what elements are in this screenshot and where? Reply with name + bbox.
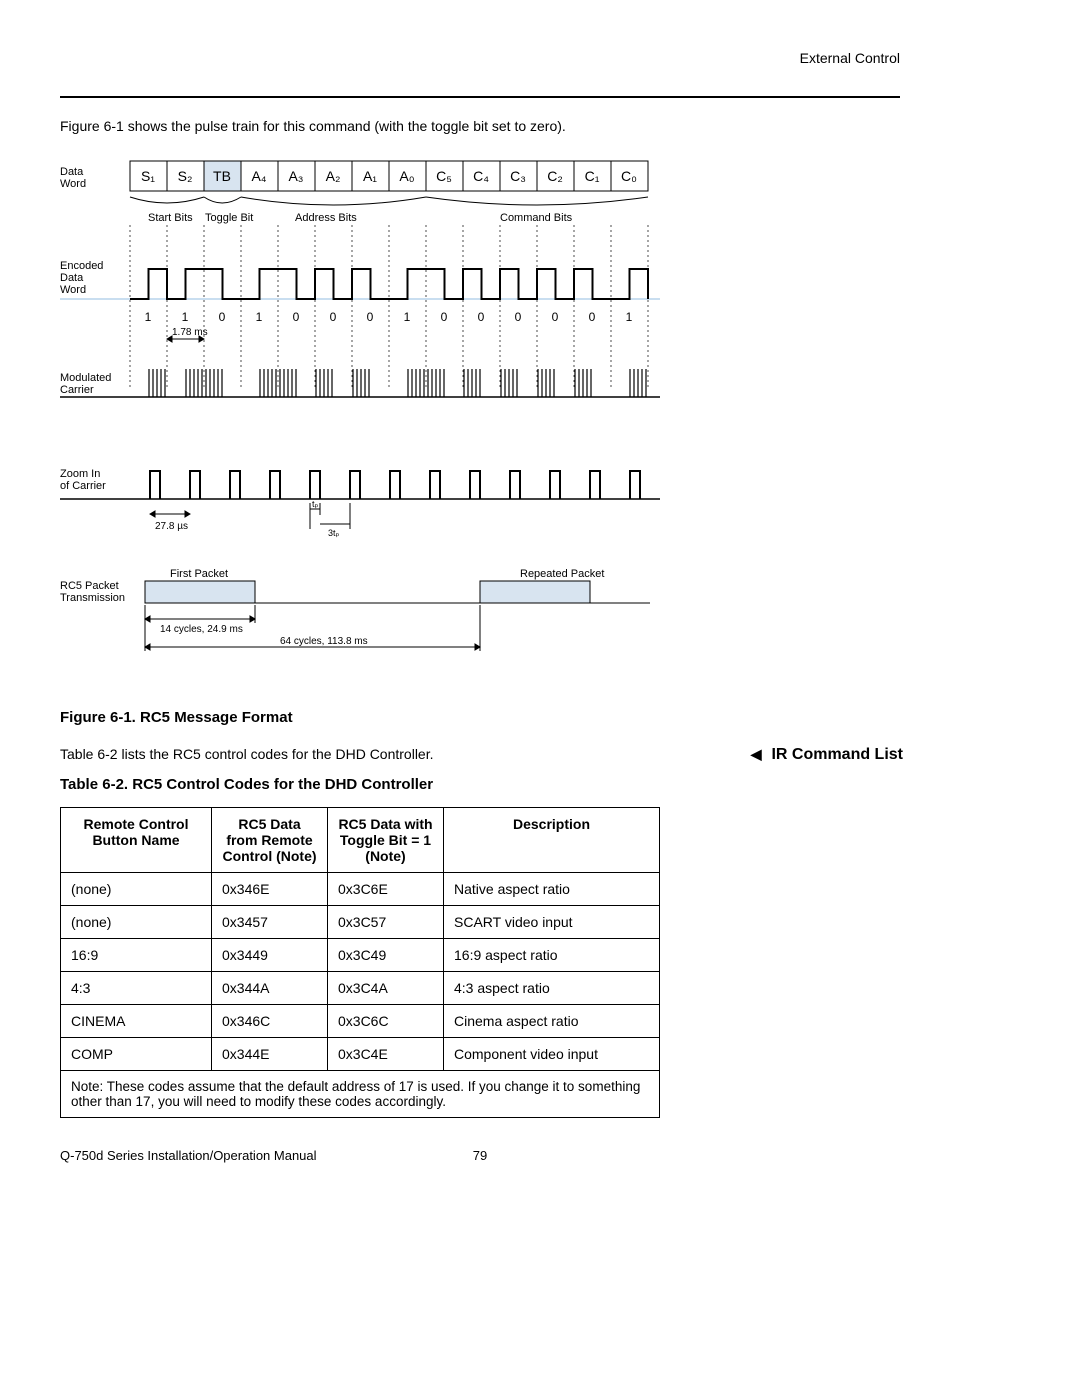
table-cell: 16:9: [61, 939, 212, 972]
svg-text:0: 0: [589, 310, 596, 324]
svg-text:64 cycles, 113.8 ms: 64 cycles, 113.8 ms: [280, 636, 368, 647]
table-cell: 0x344E: [212, 1038, 328, 1071]
table-cell: 0x346C: [212, 1005, 328, 1038]
svg-text:EncodedDataWord: EncodedDataWord: [60, 260, 103, 296]
table-header-row: Remote Control Button Name RC5 Data from…: [61, 808, 660, 873]
svg-text:C₃: C₃: [510, 168, 526, 184]
header-rule: [60, 96, 900, 98]
svg-text:1: 1: [626, 310, 633, 324]
svg-text:0: 0: [478, 310, 485, 324]
table-cell: COMP: [61, 1038, 212, 1071]
svg-text:Address Bits: Address Bits: [295, 212, 357, 224]
table-cell: 0x3C57: [328, 906, 444, 939]
table-cell: 0x3C49: [328, 939, 444, 972]
svg-text:1: 1: [256, 310, 263, 324]
svg-text:C₅: C₅: [436, 168, 452, 184]
svg-text:Repeated Packet: Repeated Packet: [520, 568, 604, 580]
table-row: 16:90x34490x3C4916:9 aspect ratio: [61, 939, 660, 972]
table-cell: CINEMA: [61, 1005, 212, 1038]
rc5-codes-table: Remote Control Button Name RC5 Data from…: [60, 807, 660, 1118]
svg-text:A₃: A₃: [288, 168, 303, 184]
svg-text:0: 0: [515, 310, 522, 324]
svg-text:0: 0: [219, 310, 226, 324]
svg-text:Toggle Bit: Toggle Bit: [205, 212, 253, 224]
table-cell: 0x346E: [212, 873, 328, 906]
side-heading: IR Command List: [751, 746, 903, 764]
table-cell: Cinema aspect ratio: [444, 1005, 660, 1038]
svg-text:14 cycles, 24.9 ms: 14 cycles, 24.9 ms: [160, 624, 243, 635]
table-note-row: Note: These codes assume that the defaul…: [61, 1071, 660, 1118]
svg-text:First Packet: First Packet: [170, 568, 228, 580]
table-row: COMP0x344E0x3C4EComponent video input: [61, 1038, 660, 1071]
svg-text:S₁: S₁: [141, 168, 155, 184]
table-cell: 0x3C6C: [328, 1005, 444, 1038]
table-cell: Native aspect ratio: [444, 873, 660, 906]
table-cell: 0x3C6E: [328, 873, 444, 906]
table-row: 4:30x344A0x3C4A4:3 aspect ratio: [61, 972, 660, 1005]
svg-text:Zoom Inof Carrier: Zoom Inof Carrier: [60, 468, 106, 492]
table-reference: Table 6-2 lists the RC5 control codes fo…: [60, 746, 900, 762]
svg-text:0: 0: [293, 310, 300, 324]
footer-manual: Q-750d Series Installation/Operation Man…: [60, 1148, 317, 1163]
svg-text:0: 0: [441, 310, 448, 324]
svg-text:TB: TB: [213, 168, 231, 184]
table-cell: (none): [61, 906, 212, 939]
svg-text:C₄: C₄: [473, 168, 489, 184]
svg-text:3tₚ: 3tₚ: [328, 528, 340, 538]
table-cell: 0x344A: [212, 972, 328, 1005]
figure-caption: Figure 6-1. RC5 Message Format: [60, 709, 900, 726]
table-cell: (none): [61, 873, 212, 906]
svg-text:ModulatedCarrier: ModulatedCarrier: [60, 372, 111, 396]
footer-page: 79: [473, 1148, 487, 1163]
svg-text:1: 1: [182, 310, 189, 324]
svg-text:C₀: C₀: [621, 168, 637, 184]
intro-text: Figure 6-1 shows the pulse train for thi…: [60, 118, 900, 134]
table-cell: 0x3449: [212, 939, 328, 972]
svg-text:A₀: A₀: [399, 168, 414, 184]
svg-text:1.78 ms: 1.78 ms: [172, 327, 208, 338]
rc5-diagram: DataWord S₁ S₂ TB A₄ A₃ A₂ A₁: [60, 159, 900, 679]
svg-text:S₂: S₂: [178, 168, 193, 184]
table-cell: 0x3C4A: [328, 972, 444, 1005]
table-cell: SCART video input: [444, 906, 660, 939]
page-footer: Q-750d Series Installation/Operation Man…: [60, 1148, 900, 1163]
table-cell: Component video input: [444, 1038, 660, 1071]
table-row: (none)0x346E0x3C6ENative aspect ratio: [61, 873, 660, 906]
svg-text:1: 1: [145, 310, 152, 324]
svg-text:0: 0: [330, 310, 337, 324]
svg-text:C₁: C₁: [585, 168, 600, 184]
svg-text:A₂: A₂: [326, 168, 341, 184]
svg-text:Start Bits: Start Bits: [148, 212, 193, 224]
col-rc5-toggle: RC5 Data with Toggle Bit = 1 (Note): [328, 808, 444, 873]
table-cell: 0x3457: [212, 906, 328, 939]
svg-text:tₚ: tₚ: [312, 499, 319, 509]
svg-text:A₄: A₄: [251, 168, 266, 184]
svg-text:C₂: C₂: [547, 168, 563, 184]
page-header: External Control: [60, 50, 900, 66]
svg-text:1: 1: [404, 310, 411, 324]
svg-text:0: 0: [552, 310, 559, 324]
table-note: Note: These codes assume that the defaul…: [61, 1071, 660, 1118]
table-title: Table 6-2. RC5 Control Codes for the DHD…: [60, 776, 900, 793]
table-row: (none)0x34570x3C57SCART video input: [61, 906, 660, 939]
svg-text:0: 0: [367, 310, 374, 324]
label-data-word: DataWord: [60, 166, 86, 190]
col-description: Description: [444, 808, 660, 873]
col-rc5-data: RC5 Data from Remote Control (Note): [212, 808, 328, 873]
svg-text:A₁: A₁: [363, 168, 377, 184]
table-cell: 16:9 aspect ratio: [444, 939, 660, 972]
table-row: CINEMA0x346C0x3C6CCinema aspect ratio: [61, 1005, 660, 1038]
svg-text:27.8 µs: 27.8 µs: [155, 521, 188, 532]
svg-text:RC5 PacketTransmission: RC5 PacketTransmission: [60, 580, 125, 604]
table-cell: 0x3C4E: [328, 1038, 444, 1071]
table-cell: 4:3: [61, 972, 212, 1005]
svg-text:Command Bits: Command Bits: [500, 212, 573, 224]
col-button-name: Remote Control Button Name: [61, 808, 212, 873]
table-cell: 4:3 aspect ratio: [444, 972, 660, 1005]
